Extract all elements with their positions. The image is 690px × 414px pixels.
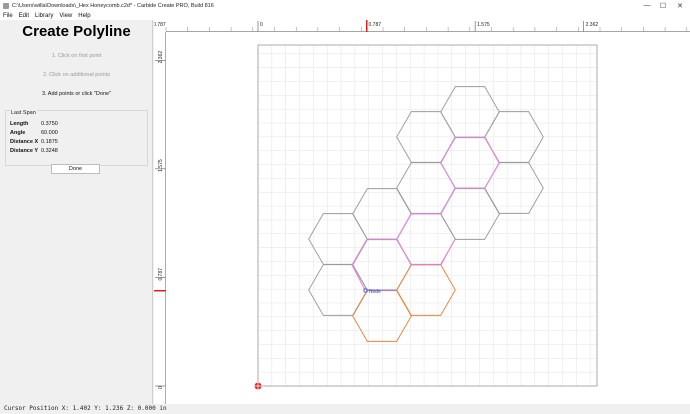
top-ruler <box>154 20 690 32</box>
menu-view[interactable]: View <box>56 13 75 19</box>
y-ruler-label: 0 <box>158 386 164 389</box>
x-ruler-label: 0.787 <box>369 22 382 28</box>
menu-library[interactable]: Library <box>32 13 56 19</box>
drawing-canvas[interactable]: -0.78700.7871.5752.3623.153.9374.7245.53… <box>154 0 690 404</box>
length-value: 0.3750 <box>41 121 58 127</box>
length-label: Length <box>10 121 29 127</box>
distance-x-value: 0.1875 <box>41 139 58 145</box>
step-1: 1. Click on first point <box>51 53 102 59</box>
y-ruler-label: 0.787 <box>158 268 164 281</box>
x-ruler-label: -0.787 <box>154 22 166 28</box>
angle-value: 60.000 <box>41 130 58 136</box>
distance-y-row: Distance Y 0.3248 <box>10 148 58 154</box>
menu-file[interactable]: File <box>0 13 16 19</box>
y-ruler-label: 1.575 <box>158 159 164 172</box>
distance-y-value: 0.3248 <box>41 148 58 154</box>
node-label: Node <box>369 289 381 295</box>
angle-row: Angle 60.000 <box>10 130 58 136</box>
x-ruler-label: 1.575 <box>477 22 490 28</box>
app-icon <box>3 2 9 9</box>
distance-x-row: Distance X 0.1875 <box>10 139 58 145</box>
x-cursor-marker <box>366 20 368 32</box>
tool-panel: Create Polyline 1. Click on first point … <box>0 20 153 404</box>
done-button[interactable]: Done <box>51 164 100 174</box>
x-ruler-label: 2.362 <box>586 22 599 28</box>
step-2: 2. Click on additional points <box>43 72 110 78</box>
x-ruler-label: 0 <box>260 22 263 28</box>
step-3: 3. Add points or click "Done" <box>41 91 112 97</box>
distance-y-label: Distance Y <box>10 148 39 154</box>
menu-edit[interactable]: Edit <box>16 13 32 19</box>
cursor-position: Cursor Position X: 1.402 Y: 1.236 Z: 0.0… <box>4 405 167 412</box>
distance-x-label: Distance X <box>10 139 39 145</box>
angle-label: Angle <box>10 130 26 136</box>
status-bar: Cursor Position X: 1.402 Y: 1.236 Z: 0.0… <box>0 404 690 414</box>
last-span-title: Last Span <box>10 110 37 116</box>
panel-title: Create Polyline <box>22 23 131 40</box>
length-row: Length 0.3750 <box>10 121 58 127</box>
app-window: C:\Users\willa\Downloads\_Hex Honeycomb.… <box>0 0 690 414</box>
menu-help[interactable]: Help <box>75 13 93 19</box>
last-span-group: Last Span Length 0.3750 Angle 60.000 Dista… <box>5 110 148 166</box>
workspace <box>166 32 690 404</box>
left-ruler <box>154 20 166 404</box>
y-ruler-label: 2.362 <box>158 51 164 64</box>
y-cursor-marker <box>154 290 166 292</box>
